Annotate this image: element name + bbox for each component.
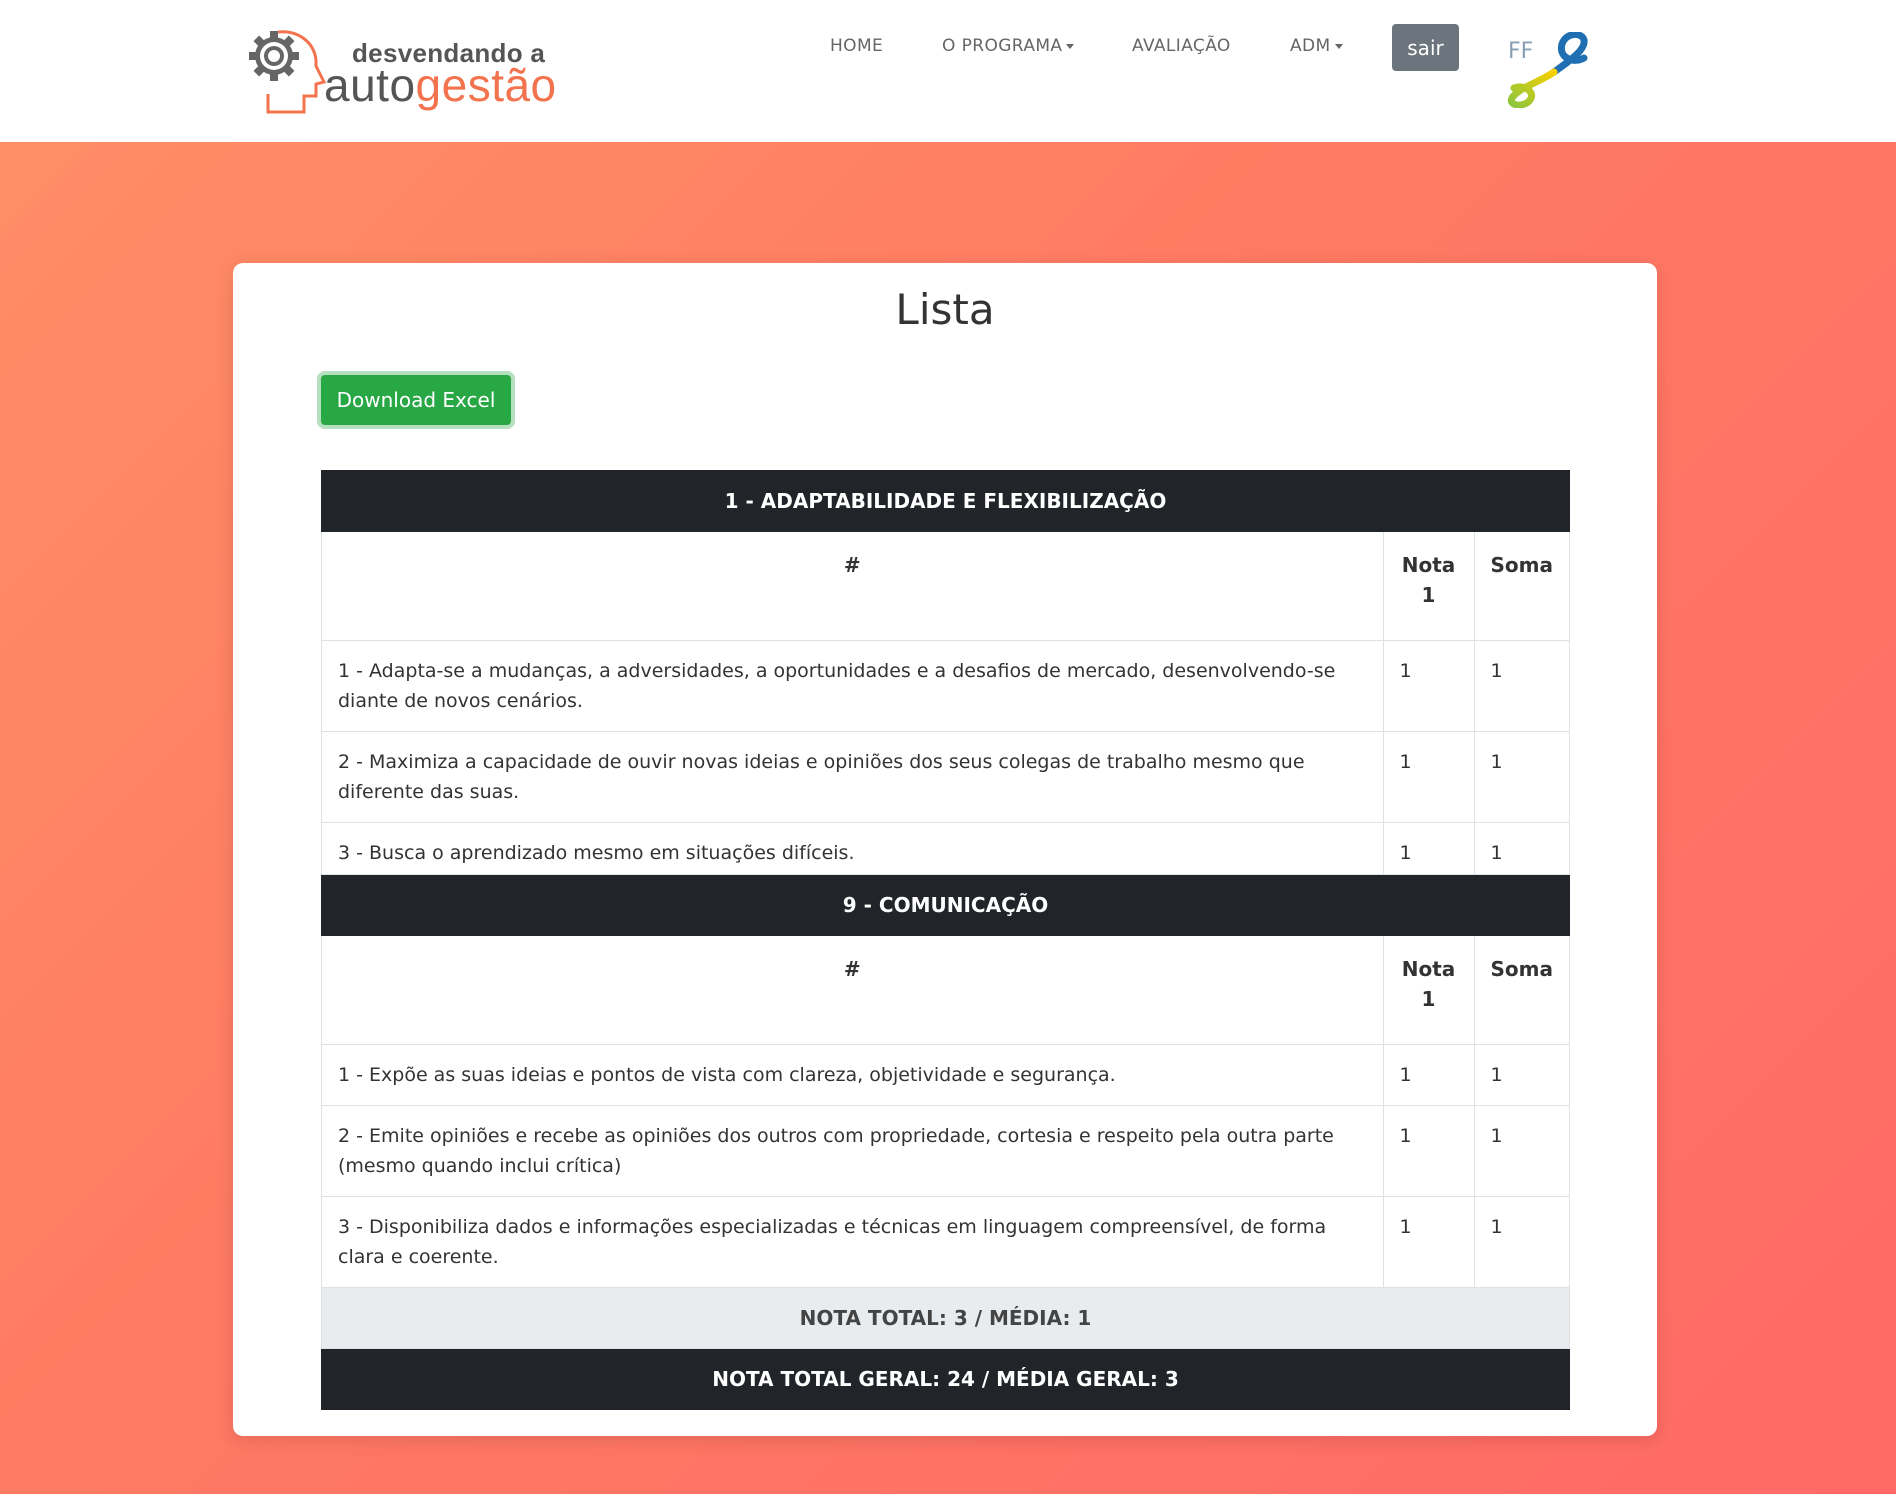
nota-cell: 1 [1382, 1105, 1475, 1197]
table-row: 3 - Busca o aprendizado mesmo em situaçõ… [321, 822, 1571, 875]
question-text: 3 - Busca o aprendizado mesmo em situaçõ… [321, 822, 1384, 875]
table-row: 1 - Expõe as suas ideias e pontos de vis… [321, 1044, 1571, 1106]
partner-logo: FF [1506, 31, 1590, 109]
table-row: 2 - Maximiza a capacidade de ouvir novas… [321, 731, 1571, 823]
nota-cell: 1 [1382, 1196, 1475, 1288]
list-card: Lista Download Excel 1 - ADAPTABILIDADE … [233, 263, 1657, 1436]
nota-cell: 1 [1382, 822, 1475, 875]
question-text: 2 - Emite opiniões e recebe as opiniões … [321, 1105, 1384, 1197]
soma-cell: 1 [1473, 1044, 1571, 1106]
nav-home[interactable]: HOME [830, 36, 883, 56]
column-header-row: # Nota 1 Soma [321, 531, 1571, 641]
column-header-hash: # [321, 531, 1384, 641]
soma-cell: 1 [1473, 1196, 1571, 1288]
column-header-soma: Soma [1473, 531, 1571, 641]
grand-total-summary: NOTA TOTAL GERAL: 24 / MÉDIA GERAL: 3 [321, 1348, 1570, 1410]
table-row: 3 - Disponibiliza dados e informações es… [321, 1196, 1571, 1288]
nota-cell: 1 [1382, 1044, 1475, 1106]
nav-o-programa[interactable]: O PROGRAMA [942, 36, 1075, 56]
section-title: 1 - ADAPTABILIDADE E FLEXIBILIZAÇÃO [321, 470, 1570, 532]
evaluation-table: 1 - ADAPTABILIDADE E FLEXIBILIZAÇÃO # No… [321, 470, 1571, 1410]
caret-down-icon [1066, 43, 1075, 49]
total-row: NOTA TOTAL: 3 / MÉDIA: 1 [321, 1287, 1570, 1349]
section-header-row: 1 - ADAPTABILIDADE E FLEXIBILIZAÇÃO [321, 470, 1570, 532]
question-text: 3 - Disponibiliza dados e informações es… [321, 1196, 1384, 1288]
question-text: 1 - Adapta-se a mudanças, a adversidades… [321, 640, 1384, 732]
total-summary: NOTA TOTAL: 3 / MÉDIA: 1 [321, 1287, 1570, 1349]
top-navbar: desvendando a autogestão HOME O PROGRAMA… [0, 0, 1896, 142]
nota-cell: 1 [1382, 731, 1475, 823]
soma-cell: 1 [1473, 731, 1571, 823]
table-row: 2 - Emite opiniões e recebe as opiniões … [321, 1105, 1571, 1197]
download-excel-button[interactable]: Download Excel [321, 375, 511, 425]
svg-text:FF: FF [1508, 39, 1533, 64]
nav-adm[interactable]: ADM [1290, 36, 1343, 56]
soma-cell: 1 [1473, 1105, 1571, 1197]
gear-head-icon [249, 30, 327, 114]
column-header-row: # Nota 1 Soma [321, 935, 1571, 1045]
column-header-hash: # [321, 935, 1384, 1045]
column-header-soma: Soma [1473, 935, 1571, 1045]
column-header-nota: Nota 1 [1382, 935, 1475, 1045]
logout-button[interactable]: sair [1392, 24, 1459, 71]
logo-wordmark: autogestão [324, 59, 557, 111]
question-text: 1 - Expõe as suas ideias e pontos de vis… [321, 1044, 1384, 1106]
infinity-logo-icon: FF [1507, 31, 1588, 109]
column-header-nota: Nota 1 [1382, 531, 1475, 641]
grand-total-row: NOTA TOTAL GERAL: 24 / MÉDIA GERAL: 3 [321, 1348, 1570, 1410]
nav-avaliacao[interactable]: AVALIAÇÃO [1132, 36, 1231, 56]
soma-cell: 1 [1473, 822, 1571, 875]
question-text: 2 - Maximiza a capacidade de ouvir novas… [321, 731, 1384, 823]
soma-cell: 1 [1473, 640, 1571, 732]
section-header-row: 9 - COMUNICAÇÃO [321, 874, 1570, 936]
brand-logo[interactable]: desvendando a autogestão [248, 28, 578, 114]
section-title: 9 - COMUNICAÇÃO [321, 874, 1570, 936]
caret-down-icon [1334, 43, 1343, 49]
table-row: 1 - Adapta-se a mudanças, a adversidades… [321, 640, 1571, 732]
page-title: Lista [895, 285, 995, 334]
nota-cell: 1 [1382, 640, 1475, 732]
